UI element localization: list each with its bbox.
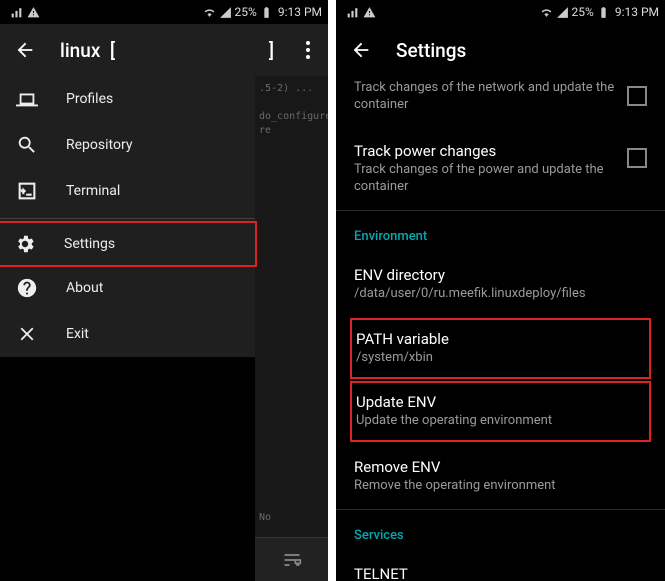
- terminal-icon: [16, 180, 38, 202]
- divider: [0, 218, 255, 219]
- menu-label: Profiles: [66, 91, 113, 107]
- wifi-icon: [203, 6, 216, 19]
- setting-sub: /system/xbin: [356, 350, 645, 367]
- menu-item-terminal[interactable]: Terminal: [0, 168, 255, 214]
- menu-label: Settings: [64, 236, 115, 252]
- menu-item-exit[interactable]: Exit: [0, 311, 255, 357]
- menu-item-repository[interactable]: Repository: [0, 122, 255, 168]
- battery-pct: 25%: [235, 5, 257, 19]
- back-icon[interactable]: [14, 39, 36, 61]
- sliders-icon[interactable]: [282, 550, 302, 570]
- setting-sub: /data/user/0/ru.meefik.linuxdeploy/files: [354, 286, 647, 303]
- section-services: Services: [336, 510, 665, 551]
- setting-title: Track power changes: [354, 142, 615, 160]
- back-icon[interactable]: [350, 39, 372, 61]
- battery-icon: [260, 6, 273, 19]
- menu-label: About: [66, 280, 103, 296]
- status-bar: 25% 9:13 PM: [0, 0, 328, 24]
- phone-left: 25% 9:13 PM linux [ ] .5-2) ... do_confi…: [0, 0, 328, 581]
- help-icon: [16, 277, 38, 299]
- setting-sub: Update the operating environment: [356, 413, 645, 430]
- app-bar: linux [ ]: [0, 24, 328, 76]
- nav-drawer: Profiles Repository Terminal Settings Ab…: [0, 76, 255, 357]
- setting-path-variable[interactable]: PATH variable /system/xbin: [350, 318, 651, 379]
- app-bar: Settings: [336, 24, 665, 76]
- menu-item-profiles[interactable]: Profiles: [0, 76, 255, 122]
- close-icon: [16, 323, 38, 345]
- app-title: linux [ ]: [60, 39, 278, 62]
- chart-icon: [10, 6, 23, 19]
- menu-item-settings[interactable]: Settings: [0, 221, 257, 267]
- setting-title: Remove ENV: [354, 458, 647, 476]
- wifi-icon: [540, 6, 553, 19]
- setting-title: Update ENV: [356, 393, 645, 411]
- setting-env-directory[interactable]: ENV directory /data/user/0/ru.meefik.lin…: [336, 252, 665, 317]
- setting-title: PATH variable: [356, 330, 645, 348]
- clock-time: 9:13 PM: [278, 5, 322, 19]
- menu-label: Repository: [66, 137, 132, 153]
- phone-right: 25% 9:13 PM Settings Track changes of th…: [336, 0, 665, 581]
- setting-title: ENV directory: [354, 266, 647, 284]
- menu-item-about[interactable]: About: [0, 265, 255, 311]
- warning-icon: [27, 6, 40, 19]
- setting-title: TELNET: [354, 565, 647, 581]
- terminal-output: .5-2) ... do_configure re No: [255, 76, 328, 581]
- chart-icon: [346, 6, 359, 19]
- more-icon[interactable]: [302, 37, 314, 63]
- checkbox[interactable]: [627, 148, 647, 168]
- signal-icon: [556, 6, 569, 19]
- setting-sub: Track changes of the network and update …: [354, 80, 615, 114]
- signal-icon: [219, 6, 232, 19]
- warning-icon: [363, 6, 376, 19]
- menu-label: Exit: [66, 326, 89, 342]
- checkbox[interactable]: [627, 86, 647, 106]
- setting-track-network[interactable]: Track changes of the network and update …: [336, 76, 665, 128]
- page-title: Settings: [396, 39, 651, 62]
- setting-sub: Track changes of the power and update th…: [354, 162, 615, 196]
- laptop-icon: [16, 88, 38, 110]
- setting-telnet[interactable]: TELNET: [336, 551, 665, 581]
- setting-track-power[interactable]: Track power changes Track changes of the…: [336, 128, 665, 210]
- gear-icon: [14, 233, 36, 255]
- setting-remove-env[interactable]: Remove ENV Remove the operating environm…: [336, 444, 665, 509]
- setting-update-env[interactable]: Update ENV Update the operating environm…: [350, 381, 651, 442]
- battery-icon: [597, 6, 610, 19]
- status-bar: 25% 9:13 PM: [336, 0, 665, 24]
- battery-pct: 25%: [572, 5, 594, 19]
- settings-list[interactable]: Track changes of the network and update …: [336, 76, 665, 581]
- setting-sub: Remove the operating environment: [354, 478, 647, 495]
- menu-label: Terminal: [66, 183, 120, 199]
- search-icon: [16, 134, 38, 156]
- section-environment: Environment: [336, 211, 665, 252]
- clock-time: 9:13 PM: [615, 5, 659, 19]
- terminal-toolbar: [255, 537, 328, 581]
